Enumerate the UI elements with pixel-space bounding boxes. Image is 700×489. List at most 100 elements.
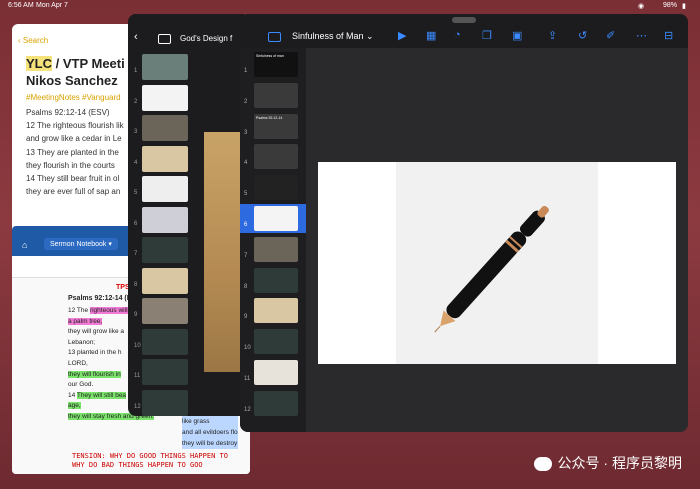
slide-number: 1	[244, 68, 248, 74]
right-line: and all evildoers flo	[182, 427, 238, 438]
sinfulness-thumbnail[interactable]	[254, 144, 298, 170]
slide-number: 9	[244, 314, 248, 321]
note-line: 14 They still bear fruit in ol	[26, 174, 120, 184]
sinfulness-thumbnail[interactable]	[254, 267, 298, 293]
note-line: they are ever full of sap an	[26, 187, 121, 197]
notebook-name-button[interactable]: Sermon Notebook ▾	[44, 238, 118, 250]
slide-number: 2	[134, 98, 138, 105]
slide-number: 11	[134, 373, 141, 379]
format-icon[interactable]: ✐	[606, 29, 615, 42]
media-icon[interactable]: ▣	[512, 29, 522, 42]
current-slide[interactable]	[318, 162, 676, 364]
gods-design-thumbnail[interactable]	[142, 84, 188, 111]
gods-design-thumbnail[interactable]	[142, 206, 188, 233]
slide-number: 12	[134, 403, 141, 410]
verse-prefix: 14	[68, 391, 77, 399]
sinfulness-thumbnail[interactable]	[254, 360, 298, 385]
chart-icon[interactable]: ◔	[454, 29, 461, 41]
search-back-button[interactable]: ‹ Search	[18, 36, 48, 45]
slide-number: 12	[244, 406, 251, 413]
title-highlight: YLC	[26, 56, 52, 71]
slide-number: 3	[134, 129, 138, 135]
verse-highlight: they will flourish in	[68, 370, 121, 378]
more-icon[interactable]: ⋯	[636, 29, 647, 42]
sinfulness-window[interactable]: Sinfulness of Man ⌄ ▶ ▦ ◔ ❐ ▣ ⇪ ↺ ✐ ⋯ ⊟ …	[240, 14, 688, 432]
slide-number: 6	[134, 220, 138, 227]
sinfulness-thumbnail[interactable]	[254, 236, 298, 262]
note-tags[interactable]: #MeetingNotes #Vanguard	[26, 93, 121, 102]
sinfulness-thumbnail[interactable]	[254, 175, 298, 201]
verse-highlight: They will still bea	[76, 391, 127, 399]
undo-icon[interactable]: ↺	[578, 29, 587, 42]
note-line: 12 The righteous flourish lik	[26, 121, 124, 131]
sinfulness-thumbnail[interactable]	[254, 298, 298, 324]
watermark-text: 公众号 · 程序员黎明	[557, 455, 682, 471]
right-line: they will be destroy	[182, 438, 238, 449]
slide-number: 9	[134, 312, 138, 318]
slide-number: 11	[244, 376, 251, 382]
note-line: Psalms 92:12-14 (ESV)	[26, 108, 110, 117]
verse-prefix: our God.	[68, 381, 94, 389]
gods-design-thumbnail[interactable]	[142, 54, 188, 80]
gods-design-thumbnail[interactable]	[142, 328, 188, 355]
back-icon[interactable]: ‹	[134, 31, 138, 43]
slide-number: 5	[134, 190, 138, 196]
sinfulness-thumbnail[interactable]: Psalms 92:12-14	[254, 113, 298, 139]
note-line: they flourish in the courts	[26, 160, 115, 170]
slide-number: 5	[244, 191, 248, 198]
note-line: 13 They are planted in the	[26, 147, 119, 157]
navigator-icon[interactable]: ⊟	[664, 29, 673, 42]
verse-prefix: LORD,	[68, 359, 88, 367]
verse-prefix: Lebanon;	[68, 338, 96, 346]
pen-image[interactable]	[396, 162, 598, 364]
gods-design-thumbnail[interactable]	[142, 359, 188, 385]
gods-design-thumbnail[interactable]	[142, 145, 188, 172]
slide-number: 6	[244, 222, 248, 228]
gods-design-thumbnail[interactable]	[142, 389, 188, 416]
gods-design-window[interactable]: ‹ God's Design f 1 2 3 4 5 6 7 8 9 10 11 12	[128, 14, 250, 416]
note-line: and grow like a cedar in Le	[26, 134, 122, 144]
title-line2: Nikos Sanchez	[26, 73, 118, 88]
table-icon[interactable]: ▦	[426, 29, 436, 42]
document-title: Sinfulness of Man	[292, 31, 364, 41]
fountain-pen-image	[434, 205, 549, 333]
gods-design-thumbnail[interactable]	[142, 237, 188, 263]
right-line: like grass	[182, 416, 238, 427]
status-time: 6:56 AM	[8, 2, 34, 9]
gods-design-thumbnail[interactable]	[142, 176, 188, 202]
document-title-button[interactable]: Sinfulness of Man ⌄	[292, 31, 374, 42]
handwritten-tension: TENSION: WHY DO GOOD THINGS HAPPEN TO WH…	[72, 452, 228, 470]
gods-design-thumbnail[interactable]	[142, 267, 188, 294]
wechat-icon	[533, 457, 552, 472]
sinfulness-thumbnail[interactable]	[254, 206, 298, 231]
title-rest: / VTP Meeti	[52, 56, 125, 71]
verse-highlight: righteous will	[89, 307, 128, 314]
sinfulness-thumbnail[interactable]	[254, 82, 298, 108]
notebook-name: Sermon Notebook	[50, 241, 107, 248]
slide-number: 4	[134, 159, 138, 166]
sinfulness-thumbnail[interactable]	[254, 329, 298, 355]
tension-line: TENSION: WHY DO GOOD THINGS HAPPEN TO	[72, 452, 228, 460]
home-icon[interactable]: ⌂	[22, 240, 27, 250]
multitask-grip[interactable]	[452, 17, 476, 23]
gods-design-thumbnail[interactable]	[142, 298, 188, 324]
search-label: Search	[22, 36, 49, 45]
sidebar-icon[interactable]	[268, 32, 281, 42]
shape-icon[interactable]: ❐	[482, 29, 492, 42]
slide-number: 10	[134, 342, 141, 349]
note-body[interactable]: Psalms 92:12-14 (ESV) 12 The righteous f…	[26, 106, 124, 198]
verse-highlight: age,	[68, 402, 81, 410]
sinfulness-thumbnail[interactable]	[254, 390, 298, 416]
sidebar-icon[interactable]	[158, 34, 171, 44]
slide-number: 7	[134, 251, 138, 257]
play-icon[interactable]: ▶	[398, 29, 406, 42]
verse-prefix: 13 planted in the h	[68, 349, 122, 357]
wifi-icon: ◉	[638, 3, 645, 10]
sinfulness-thumbnail[interactable]: Sinfulness of man	[254, 52, 298, 77]
slide-number: 10	[244, 345, 251, 352]
battery-icon: ▮	[682, 3, 686, 10]
slide-number: 8	[134, 281, 138, 288]
verse-highlight: a palm tree,	[68, 317, 103, 325]
share-icon[interactable]: ⇪	[548, 29, 557, 42]
gods-design-thumbnail[interactable]	[142, 115, 188, 141]
